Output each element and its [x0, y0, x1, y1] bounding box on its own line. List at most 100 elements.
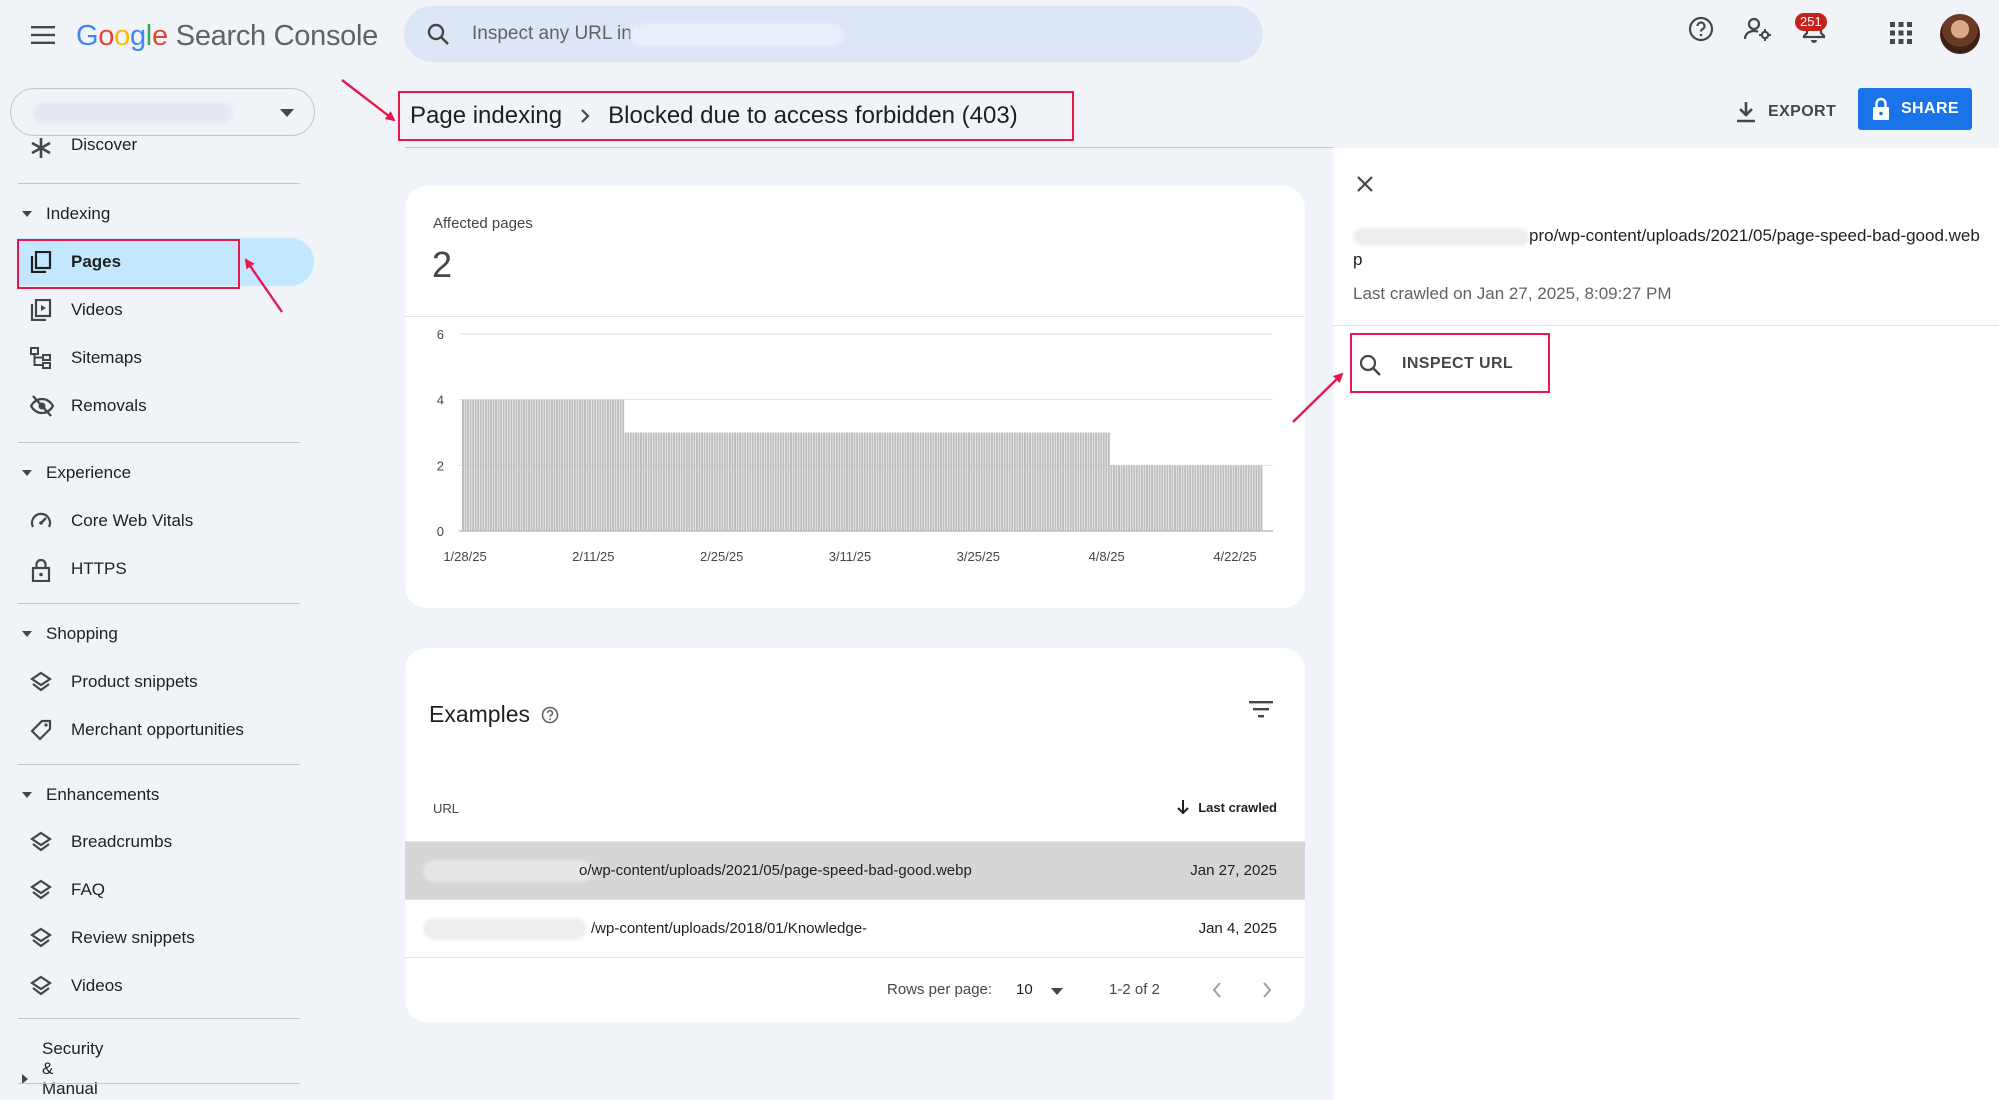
- column-header-last-crawled[interactable]: Last crawled: [1176, 799, 1277, 815]
- bar[interactable]: [1247, 465, 1250, 531]
- bar[interactable]: [601, 399, 604, 531]
- bar[interactable]: [739, 432, 742, 532]
- bar[interactable]: [1219, 465, 1222, 531]
- bar[interactable]: [680, 432, 683, 532]
- bar[interactable]: [767, 432, 770, 532]
- bar[interactable]: [973, 432, 976, 532]
- bar[interactable]: [1107, 432, 1110, 532]
- bar[interactable]: [996, 432, 998, 532]
- section-security-manual-actions[interactable]: Security & Manual Actions: [22, 1039, 103, 1100]
- bar[interactable]: [833, 432, 836, 532]
- bar[interactable]: [477, 399, 480, 531]
- bar[interactable]: [1252, 465, 1255, 531]
- bar[interactable]: [1069, 432, 1072, 532]
- bar[interactable]: [851, 432, 853, 532]
- bar[interactable]: [1242, 465, 1245, 531]
- bar[interactable]: [957, 432, 960, 532]
- bar[interactable]: [907, 432, 909, 532]
- bar[interactable]: [1232, 465, 1235, 531]
- bar[interactable]: [1227, 465, 1230, 531]
- bar[interactable]: [520, 399, 523, 531]
- bar[interactable]: [1199, 465, 1202, 531]
- bar[interactable]: [950, 432, 953, 532]
- bar[interactable]: [1158, 465, 1161, 531]
- bar[interactable]: [1087, 432, 1090, 532]
- apps-button[interactable]: [1890, 22, 1912, 44]
- bar[interactable]: [665, 432, 668, 532]
- bar[interactable]: [863, 432, 866, 532]
- bar[interactable]: [1194, 465, 1197, 531]
- bar[interactable]: [1064, 432, 1067, 532]
- bar[interactable]: [914, 432, 917, 532]
- bar[interactable]: [797, 432, 800, 532]
- bar[interactable]: [589, 399, 592, 531]
- bar[interactable]: [484, 399, 487, 531]
- bar[interactable]: [792, 432, 795, 532]
- bar[interactable]: [825, 432, 828, 532]
- bar[interactable]: [1041, 432, 1044, 532]
- bar[interactable]: [932, 432, 935, 532]
- bar[interactable]: [990, 432, 993, 532]
- bar[interactable]: [718, 432, 721, 532]
- bar[interactable]: [1125, 465, 1128, 531]
- bar[interactable]: [1209, 465, 1212, 531]
- bar[interactable]: [978, 432, 981, 532]
- bar[interactable]: [927, 432, 930, 532]
- table-row[interactable]: /wp-content/uploads/2018/01/Knowledge- J…: [405, 899, 1305, 957]
- bar[interactable]: [970, 432, 973, 532]
- bar[interactable]: [515, 399, 518, 531]
- bar[interactable]: [828, 432, 831, 532]
- bar[interactable]: [975, 432, 978, 532]
- bar[interactable]: [1026, 432, 1029, 532]
- bar[interactable]: [881, 432, 884, 532]
- bar[interactable]: [1260, 465, 1263, 531]
- bar[interactable]: [751, 432, 754, 532]
- bar[interactable]: [762, 432, 764, 532]
- bar[interactable]: [1176, 465, 1179, 531]
- bar[interactable]: [1229, 465, 1232, 531]
- bar[interactable]: [726, 432, 729, 532]
- bar[interactable]: [1133, 465, 1136, 531]
- bar[interactable]: [497, 399, 500, 531]
- bar[interactable]: [1100, 432, 1103, 532]
- bar[interactable]: [1151, 465, 1154, 531]
- bar[interactable]: [517, 399, 520, 531]
- bar[interactable]: [962, 432, 965, 532]
- sidebar-item-core-web-vitals[interactable]: Core Web Vitals: [18, 497, 314, 545]
- bar[interactable]: [609, 399, 612, 531]
- bar[interactable]: [1057, 432, 1059, 532]
- bar[interactable]: [688, 432, 691, 532]
- bar[interactable]: [960, 432, 963, 532]
- bar[interactable]: [716, 432, 719, 532]
- bar[interactable]: [947, 432, 950, 532]
- bar[interactable]: [1204, 465, 1207, 531]
- bar[interactable]: [698, 432, 701, 532]
- bar[interactable]: [848, 432, 851, 532]
- bar[interactable]: [1212, 465, 1215, 531]
- bar[interactable]: [1156, 465, 1159, 531]
- bar[interactable]: [1044, 432, 1047, 532]
- bar[interactable]: [868, 432, 871, 532]
- bar[interactable]: [912, 432, 915, 532]
- bar[interactable]: [1059, 432, 1062, 532]
- bar[interactable]: [968, 432, 970, 532]
- bar[interactable]: [652, 432, 655, 532]
- bar[interactable]: [983, 432, 986, 532]
- bar[interactable]: [1112, 465, 1115, 531]
- bar[interactable]: [823, 432, 826, 532]
- bar[interactable]: [711, 432, 714, 532]
- bar[interactable]: [1039, 432, 1042, 532]
- bar[interactable]: [525, 399, 528, 531]
- bar[interactable]: [721, 432, 724, 532]
- sidebar-item-product-snippets[interactable]: Product snippets: [18, 658, 314, 706]
- bar[interactable]: [774, 432, 777, 532]
- bar[interactable]: [467, 399, 470, 531]
- bar[interactable]: [604, 399, 607, 531]
- bar[interactable]: [1102, 432, 1105, 532]
- bar[interactable]: [703, 432, 706, 532]
- bar[interactable]: [1013, 432, 1016, 532]
- bar[interactable]: [746, 432, 749, 532]
- bar[interactable]: [584, 399, 586, 531]
- sidebar-item-videos[interactable]: Videos: [18, 286, 314, 334]
- bar[interactable]: [764, 432, 767, 532]
